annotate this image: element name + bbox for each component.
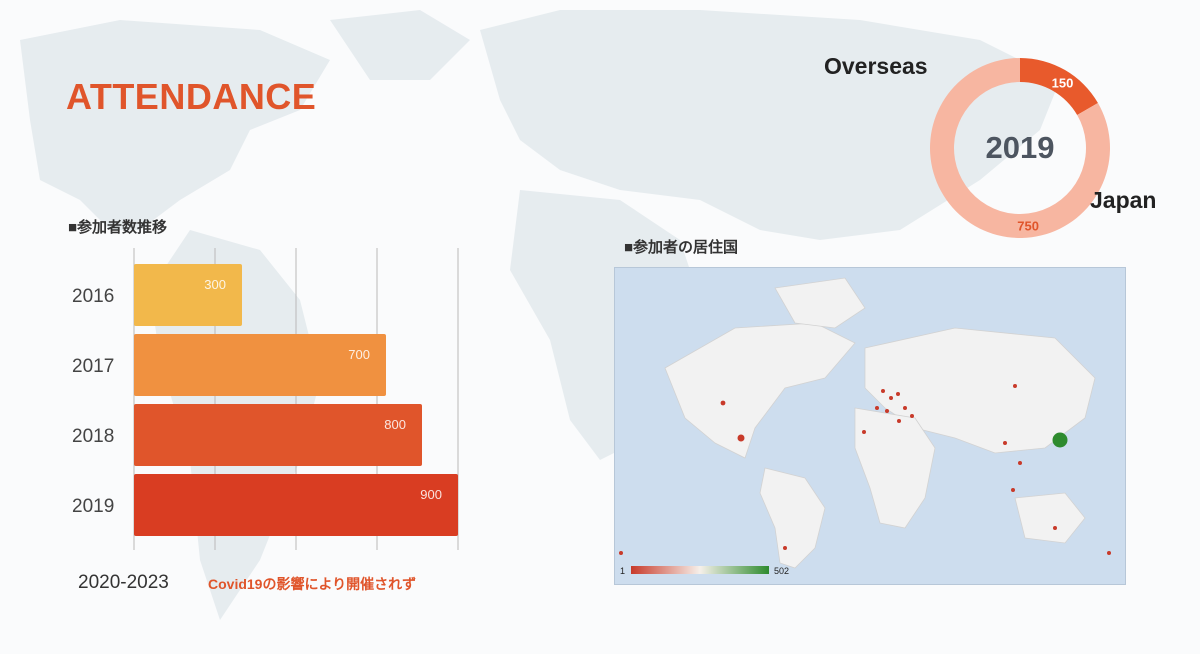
bar-chart-category-labels: 2016 2017 2018 2019: [72, 286, 114, 517]
bar-chart-section-label: ■参加者数推移: [68, 219, 168, 236]
map-scale-max-label: 502: [774, 566, 789, 576]
attendance-donut-chart: 150 750 2019: [930, 58, 1110, 239]
map-dot: [885, 409, 889, 413]
map-dot: [1053, 526, 1057, 530]
map-dot: [881, 389, 885, 393]
bar-value-label: 900: [420, 487, 442, 502]
map-dot: [737, 434, 745, 442]
bar-2016: [134, 264, 242, 326]
map-canvas: 1 502: [619, 277, 1111, 576]
footnote-note: Covid19の影響により開催されず: [208, 576, 417, 592]
map-dot: [889, 396, 893, 400]
map-dot: [1018, 461, 1022, 465]
bar-2019: [134, 474, 458, 536]
donut-center-label: 2019: [986, 130, 1055, 165]
map-dot: [897, 419, 901, 423]
residence-country-map: 1 502: [614, 267, 1126, 585]
bar-category-label: 2016: [72, 286, 114, 307]
map-dot: [862, 430, 866, 434]
page-title: ATTENDANCE: [66, 76, 317, 117]
map-dot: [720, 400, 726, 406]
map-dot: [875, 406, 879, 410]
map-dot: [1107, 551, 1111, 555]
footnote-year-range: 2020-2023: [78, 572, 169, 593]
map-dot: [896, 392, 900, 396]
donut-label-japan: Japan: [1090, 187, 1157, 213]
bar-category-label: 2019: [72, 496, 114, 517]
map-color-scale: [631, 566, 769, 574]
map-section-label: ■参加者の居住国: [624, 239, 739, 256]
map-dot: [1013, 384, 1017, 388]
map-dot: [1003, 441, 1007, 445]
map-dot-japan: [1052, 432, 1068, 448]
bar-value-label: 800: [384, 417, 406, 432]
donut-value-label: 750: [1017, 219, 1039, 234]
bar-value-label: 300: [204, 277, 226, 292]
bar-2018: [134, 404, 422, 466]
map-dot: [910, 414, 914, 418]
map-landmasses: [664, 277, 1096, 569]
bar-category-label: 2018: [72, 426, 114, 447]
map-dot: [783, 546, 787, 550]
donut-label-overseas: Overseas: [824, 53, 928, 79]
bar-value-label: 700: [348, 347, 370, 362]
map-dot: [903, 406, 907, 410]
attendance-bar-chart: 2016 2017 2018 2019 300 700 800 900: [72, 248, 459, 550]
map-dot: [1011, 488, 1015, 492]
map-scale-min-label: 1: [620, 566, 625, 576]
map-dot: [619, 551, 623, 555]
bar-2017: [134, 334, 386, 396]
donut-value-label: 150: [1052, 76, 1074, 91]
bar-category-label: 2017: [72, 356, 114, 377]
